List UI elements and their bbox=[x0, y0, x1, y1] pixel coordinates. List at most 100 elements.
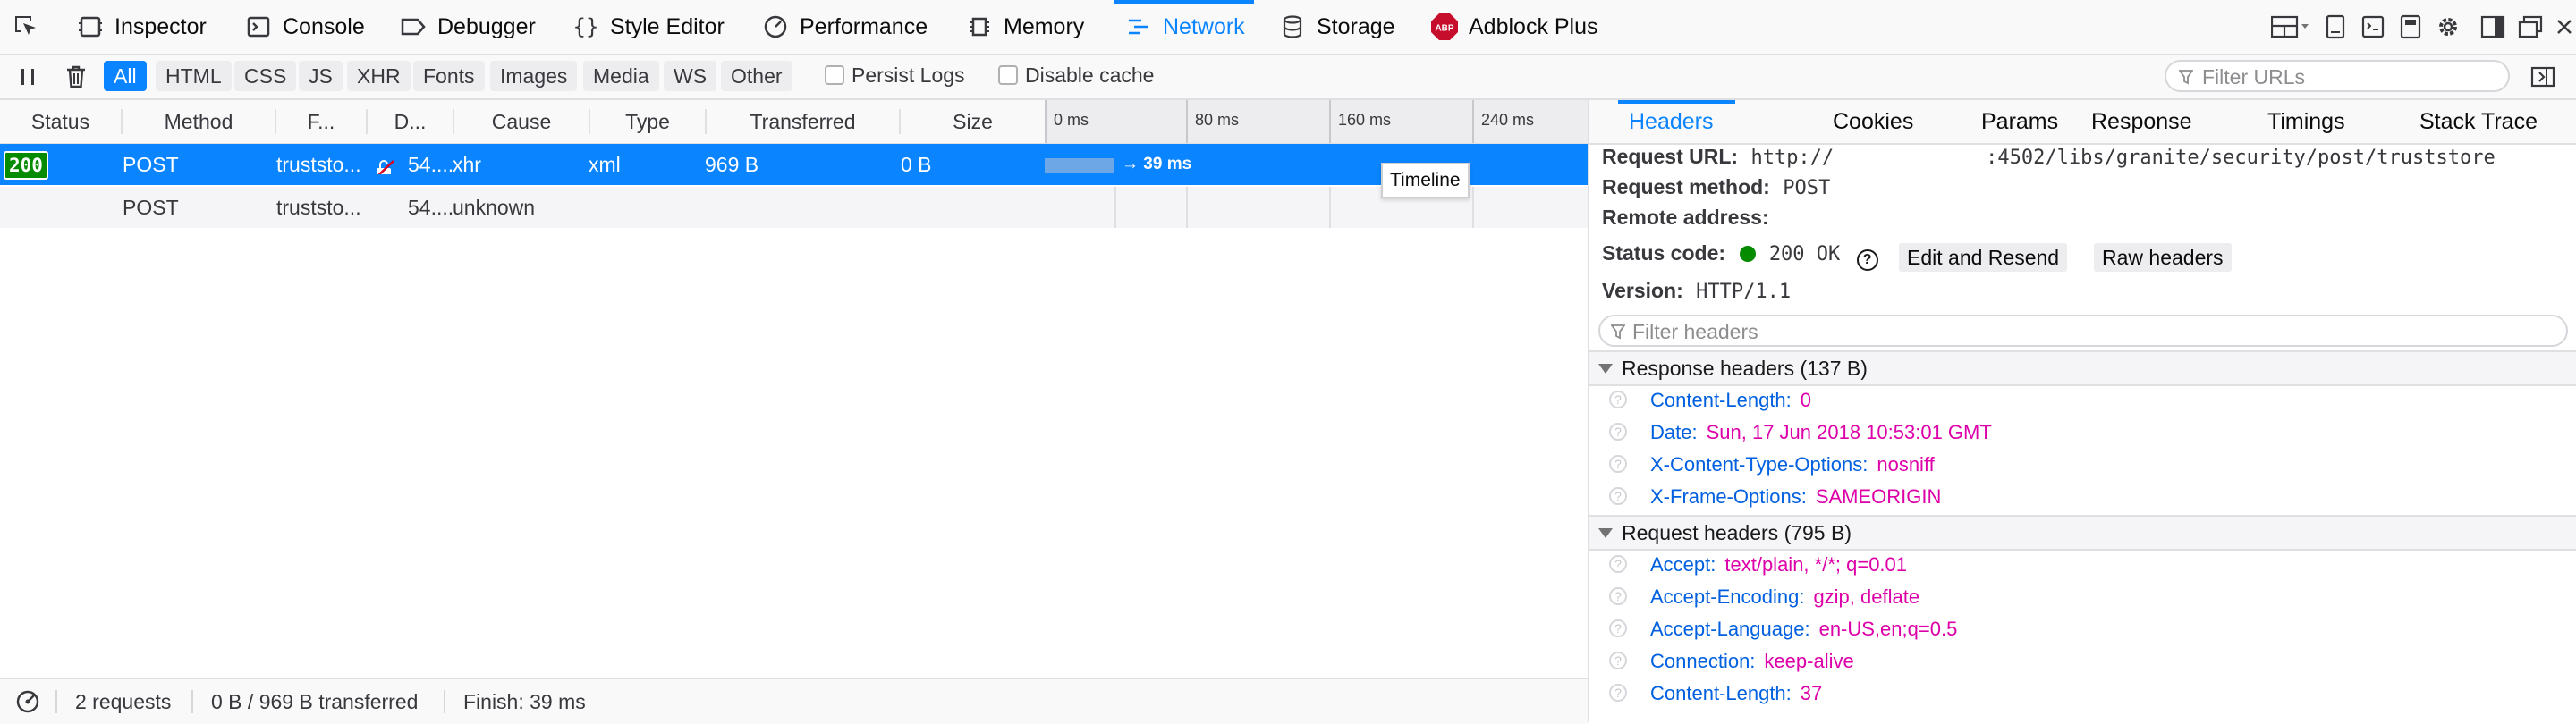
file-cell: truststo... bbox=[276, 196, 361, 219]
tab-network[interactable]: Network bbox=[1114, 0, 1254, 54]
tab-cookies[interactable]: Cookies bbox=[1833, 100, 1913, 143]
tab-debugger[interactable]: Debugger bbox=[398, 0, 536, 54]
tab-style-editor[interactable]: {} Style Editor bbox=[571, 0, 724, 54]
tab-headers[interactable]: Headers bbox=[1618, 100, 1734, 143]
header-row[interactable]: ? X-Frame-Options: SAMEORIGIN bbox=[1589, 481, 2576, 513]
adblock-plus-icon: ABP bbox=[1429, 12, 1460, 42]
request-url-row: Request URL: http://:4502/libs/granite/s… bbox=[1602, 145, 2496, 169]
column-waterfall[interactable]: 0 ms 80 ms 160 ms 240 ms bbox=[1045, 100, 1588, 143]
request-headers-section[interactable]: Request headers (795 B) bbox=[1589, 515, 2576, 551]
toggle-sidebar-icon[interactable] bbox=[2528, 62, 2558, 92]
tab-stack-trace[interactable]: Stack Trace bbox=[2419, 100, 2538, 143]
filter-type-ws[interactable]: WS bbox=[664, 61, 717, 91]
scratchpad-icon[interactable] bbox=[2358, 12, 2388, 42]
method-cell: POST bbox=[123, 196, 179, 219]
header-row[interactable]: ? Connection: keep-alive bbox=[1589, 645, 2576, 678]
header-value: nosniff bbox=[1877, 453, 1935, 476]
help-icon: ? bbox=[1609, 423, 1627, 441]
details-tabs: Headers Cookies Params Response Timings … bbox=[1589, 100, 2576, 145]
cause-cell: xhr bbox=[453, 153, 481, 176]
status-code-row: Status code: 200 OK ? bbox=[1602, 241, 1878, 271]
responsive-design-icon[interactable] bbox=[2320, 12, 2351, 42]
dock-side-icon[interactable] bbox=[2478, 12, 2508, 42]
status-code-label: Status code: bbox=[1602, 241, 1726, 265]
column-cause[interactable]: Cause bbox=[454, 100, 589, 143]
header-name: Connection: bbox=[1650, 650, 1756, 672]
settings-gear-icon[interactable] bbox=[2433, 12, 2463, 42]
header-value: Sun, 17 Jun 2018 10:53:01 GMT bbox=[1706, 421, 1992, 443]
persist-logs-checkbox[interactable] bbox=[825, 65, 844, 85]
remote-address-row: Remote address: bbox=[1602, 206, 1769, 230]
domain-cell: 54.... bbox=[408, 196, 453, 219]
header-value: en-US,en;q=0.5 bbox=[1818, 618, 1958, 640]
header-row[interactable]: ? Accept-Encoding: gzip, deflate bbox=[1589, 581, 2576, 613]
tab-performance[interactable]: Performance bbox=[760, 0, 928, 54]
header-row[interactable]: ? Accept: text/plain, */*; q=0.01 bbox=[1589, 549, 2576, 581]
file-cell: truststo... bbox=[276, 153, 361, 176]
help-icon: ? bbox=[1609, 684, 1627, 702]
tab-timings[interactable]: Timings bbox=[2267, 100, 2345, 143]
response-headers-section[interactable]: Response headers (137 B) bbox=[1589, 350, 2576, 386]
header-row[interactable]: ? Accept-Language: en-US,en;q=0.5 bbox=[1589, 613, 2576, 645]
raw-headers-button[interactable]: Raw headers bbox=[2094, 243, 2232, 272]
request-url-path[interactable]: :4502/libs/granite/security/post/trustst… bbox=[1986, 147, 2496, 169]
disable-cache-checkbox[interactable] bbox=[998, 65, 1018, 85]
header-row[interactable]: ? Date: Sun, 17 Jun 2018 10:53:01 GMT bbox=[1589, 417, 2576, 449]
tab-label: Storage bbox=[1317, 13, 1395, 39]
trash-icon[interactable] bbox=[61, 62, 91, 92]
table-row[interactable]: POST truststo... 54.... unknown bbox=[0, 187, 1588, 228]
column-domain[interactable]: D... bbox=[368, 100, 453, 143]
tab-console[interactable]: Console bbox=[243, 0, 365, 54]
header-name: Date: bbox=[1650, 421, 1698, 443]
tab-label: Console bbox=[283, 13, 365, 39]
header-row[interactable]: ? X-Content-Type-Options: nosniff bbox=[1589, 449, 2576, 481]
performance-analysis-icon[interactable] bbox=[13, 686, 43, 717]
request-url-value[interactable]: http:// bbox=[1750, 147, 1834, 169]
network-status-bar: 2 requests 0 B / 969 B transferred Finis… bbox=[0, 678, 1588, 724]
collapse-triangle-icon bbox=[1598, 528, 1613, 538]
finish-time: Finish: 39 ms bbox=[463, 690, 586, 713]
frame-select-icon[interactable] bbox=[2268, 12, 2313, 42]
element-picker-icon[interactable] bbox=[11, 12, 41, 42]
close-icon[interactable] bbox=[2549, 12, 2576, 42]
help-icon: ? bbox=[1609, 619, 1627, 637]
help-icon[interactable]: ? bbox=[1856, 249, 1878, 271]
tab-response[interactable]: Response bbox=[2091, 100, 2192, 143]
filter-urls-input[interactable]: Filter URLs bbox=[2165, 60, 2510, 92]
waterfall-cell: → 39 ms bbox=[1045, 144, 1588, 185]
help-icon: ? bbox=[1609, 555, 1627, 573]
filter-type-all[interactable]: All bbox=[104, 61, 147, 91]
filter-type-xhr[interactable]: XHR bbox=[347, 61, 411, 91]
domain-cell: 54.... bbox=[408, 153, 453, 176]
column-file[interactable]: F... bbox=[276, 100, 366, 143]
column-transferred[interactable]: Transferred bbox=[707, 100, 899, 143]
filter-type-js[interactable]: JS bbox=[299, 61, 343, 91]
tab-storage[interactable]: Storage bbox=[1277, 0, 1395, 54]
status-code-value: 200 OK bbox=[1768, 243, 1841, 265]
filter-headers-input[interactable]: Filter headers bbox=[1598, 315, 2568, 347]
filter-type-media[interactable]: Media bbox=[583, 61, 659, 91]
filter-type-fonts[interactable]: Fonts bbox=[413, 61, 485, 91]
column-status[interactable]: Status bbox=[0, 100, 121, 143]
help-icon: ? bbox=[1609, 391, 1627, 408]
table-row[interactable]: 200 POST truststo... 54.... xhr xml 969 … bbox=[0, 144, 1588, 185]
header-row[interactable]: ? Content-Length: 37 bbox=[1589, 678, 2576, 710]
filter-type-css[interactable]: CSS bbox=[234, 61, 297, 91]
tab-inspector[interactable]: Inspector bbox=[75, 0, 207, 54]
edit-and-resend-button[interactable]: Edit and Resend bbox=[1899, 243, 2068, 272]
tab-memory[interactable]: Memory bbox=[964, 0, 1084, 54]
pause-icon[interactable] bbox=[13, 62, 43, 92]
filter-icon bbox=[2179, 70, 2193, 85]
tab-adblock-plus[interactable]: ABP Adblock Plus bbox=[1429, 0, 1598, 54]
separate-window-icon[interactable] bbox=[2515, 12, 2546, 42]
screenshot-icon[interactable] bbox=[2395, 12, 2426, 42]
tab-params[interactable]: Params bbox=[1981, 100, 2058, 143]
header-value: text/plain, */*; q=0.01 bbox=[1724, 553, 1908, 576]
column-method[interactable]: Method bbox=[123, 100, 275, 143]
header-row[interactable]: ? Content-Length: 0 bbox=[1589, 384, 2576, 417]
filter-type-images[interactable]: Images bbox=[490, 61, 578, 91]
filter-type-html[interactable]: HTML bbox=[156, 61, 232, 91]
column-type[interactable]: Type bbox=[590, 100, 705, 143]
filter-type-other[interactable]: Other bbox=[721, 61, 792, 91]
column-size[interactable]: Size bbox=[901, 100, 1045, 143]
